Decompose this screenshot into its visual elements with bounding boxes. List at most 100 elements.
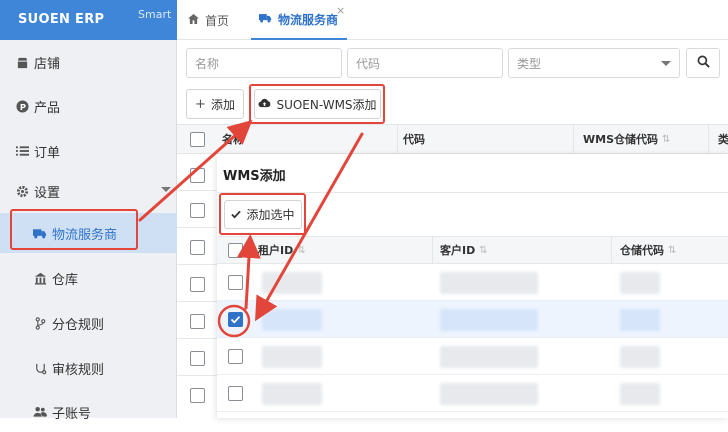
sidebar-item-label: 分仓规则	[52, 317, 105, 333]
branch-icon	[32, 316, 48, 330]
cloud-upload-icon	[258, 97, 271, 111]
sidebar-item-label: 子账号	[52, 406, 92, 422]
row-checkbox[interactable]	[190, 240, 205, 255]
sort-icon: ⇅	[479, 244, 488, 256]
column-header-customer-id[interactable]: 客户ID ⇅	[440, 236, 488, 264]
sidebar-item-split-rules[interactable]: 分仓规则	[0, 303, 177, 343]
grid-row-divider	[177, 338, 217, 339]
row-checkbox[interactable]	[228, 386, 243, 401]
add-selected-label: 添加选中	[246, 208, 295, 222]
type-filter-select[interactable]: 类型	[508, 48, 680, 78]
sidebar-item-settings[interactable]: 设置	[0, 171, 177, 211]
sidebar-item-label: 仓库	[52, 272, 79, 288]
row-checkbox[interactable]	[228, 349, 243, 364]
redacted-value	[262, 309, 322, 331]
add-button[interactable]: + 添加	[186, 89, 244, 119]
product-icon: P	[14, 99, 30, 113]
shop-icon	[14, 56, 30, 69]
sidebar-item-sub-accounts[interactable]: 子账号	[0, 392, 177, 432]
sort-icon: ⇅	[297, 244, 306, 256]
table-row[interactable]	[217, 264, 728, 301]
row-checkbox[interactable]	[190, 203, 205, 218]
brand-header: SUOEN ERP Smart	[0, 0, 177, 40]
redacted-value	[262, 383, 322, 405]
dialog-title: WMS添加	[223, 169, 286, 184]
table-row[interactable]	[217, 338, 728, 375]
column-header-name[interactable]: 名称	[222, 124, 244, 154]
redacted-value	[620, 272, 660, 294]
sidebar-item-label: 设置	[34, 185, 61, 201]
code-filter-input[interactable]: 代码	[347, 48, 503, 78]
grid-row-divider	[177, 264, 217, 265]
row-checkbox-checked[interactable]	[228, 312, 243, 327]
grid-row-divider	[177, 227, 217, 228]
row-checkbox[interactable]	[228, 275, 243, 290]
sort-icon: ⇅	[668, 244, 677, 256]
code-placeholder: 代码	[356, 56, 381, 71]
truck-icon	[259, 12, 272, 26]
dialog-select-all-checkbox[interactable]	[228, 243, 243, 258]
close-icon[interactable]: ×	[336, 4, 345, 17]
column-header-type[interactable]: 类	[718, 124, 728, 154]
warehouse-icon	[32, 272, 48, 285]
redacted-value	[440, 272, 538, 294]
column-header-wms-code[interactable]: WMS仓储代码 ⇅	[583, 124, 670, 154]
tab-home[interactable]: 首页	[188, 0, 229, 40]
sidebar-item-label: 审核规则	[52, 362, 105, 378]
table-row-selected[interactable]	[217, 301, 728, 338]
type-placeholder: 类型	[517, 56, 542, 71]
sidebar-item-label: 产品	[34, 100, 61, 116]
row-checkbox[interactable]	[190, 314, 205, 329]
sidebar-item-audit-rules[interactable]: 审核规则	[0, 348, 177, 388]
tab-logistics[interactable]: 物流服务商	[251, 0, 347, 40]
audit-icon	[32, 362, 48, 375]
column-divider	[708, 124, 709, 154]
redacted-value	[620, 309, 660, 331]
redacted-value	[620, 383, 660, 405]
list-icon	[14, 145, 30, 157]
redacted-value	[440, 346, 538, 368]
grid-row-divider	[177, 301, 217, 302]
column-divider	[432, 236, 433, 264]
row-checkbox[interactable]	[190, 168, 205, 183]
table-row[interactable]	[217, 375, 728, 412]
check-icon	[231, 208, 242, 222]
sidebar-item-product[interactable]: P 产品	[0, 86, 177, 126]
row-checkbox[interactable]	[190, 388, 205, 403]
redacted-value	[262, 272, 322, 294]
column-header-code[interactable]: 代码	[403, 124, 425, 154]
column-header-storage-code[interactable]: 仓储代码 ⇅	[620, 236, 676, 264]
select-all-checkbox[interactable]	[190, 132, 205, 147]
column-header-tenant-id[interactable]: 租户ID ⇅	[258, 236, 306, 264]
wms-add-label: SUOEN-WMS添加	[276, 97, 377, 112]
redacted-value	[440, 383, 538, 405]
add-button-label: 添加	[210, 97, 235, 112]
chevron-down-icon	[661, 61, 671, 66]
row-checkbox[interactable]	[190, 277, 205, 292]
sidebar-item-warehouse[interactable]: 仓库	[0, 258, 177, 298]
redacted-value	[440, 309, 538, 331]
column-divider	[397, 124, 398, 154]
sidebar-item-label: 订单	[34, 145, 61, 161]
plus-icon: +	[195, 96, 206, 112]
gear-icon	[14, 185, 30, 198]
name-placeholder: 名称	[195, 56, 220, 71]
column-divider	[573, 124, 574, 154]
sort-icon: ⇅	[662, 133, 671, 145]
row-checkbox[interactable]	[190, 351, 205, 366]
add-selected-button[interactable]: 添加选中	[224, 200, 302, 229]
sidebar-item-orders[interactable]: 订单	[0, 131, 177, 171]
search-button[interactable]	[686, 48, 720, 78]
users-icon	[32, 406, 48, 418]
tab-label: 物流服务商	[278, 12, 339, 27]
chevron-down-icon	[161, 187, 171, 192]
brand-name: SUOEN ERP	[18, 12, 105, 27]
tab-label: 首页	[205, 13, 230, 28]
grid-row-divider	[177, 375, 217, 376]
column-divider	[611, 236, 612, 264]
grid-row-divider	[177, 190, 217, 191]
suoen-wms-add-button[interactable]: SUOEN-WMS添加	[254, 89, 381, 119]
sidebar-item-shop[interactable]: 店铺	[0, 42, 177, 82]
home-icon	[188, 13, 199, 27]
name-filter-input[interactable]: 名称	[186, 48, 342, 78]
